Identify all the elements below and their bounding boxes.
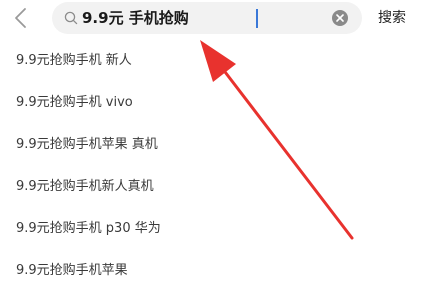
search-input-value: 9.9元 手机抢购 [82, 9, 189, 27]
suggestion-list: 9.9元抢购手机 新人 9.9元抢购手机 vivo 9.9元抢购手机苹果 真机 … [0, 40, 444, 292]
suggestion-item[interactable]: 9.9元抢购手机 vivo [0, 82, 444, 124]
search-button[interactable]: 搜索 [378, 8, 406, 28]
suggestion-item[interactable]: 9.9元抢购手机新人真机 [0, 166, 444, 208]
search-header: 9.9元 手机抢购 搜索 [0, 0, 444, 44]
suggestion-item[interactable]: 9.9元抢购手机 新人 [0, 40, 444, 82]
search-input[interactable]: 9.9元 手机抢购 [52, 2, 362, 34]
suggestion-item[interactable]: 9.9元抢购手机 p30 华为 [0, 208, 444, 250]
text-cursor [256, 9, 258, 28]
back-icon[interactable] [10, 6, 34, 30]
search-icon [64, 11, 78, 25]
suggestion-item[interactable]: 9.9元抢购手机苹果 [0, 250, 444, 292]
clear-icon[interactable] [332, 10, 348, 26]
suggestion-item[interactable]: 9.9元抢购手机苹果 真机 [0, 124, 444, 166]
